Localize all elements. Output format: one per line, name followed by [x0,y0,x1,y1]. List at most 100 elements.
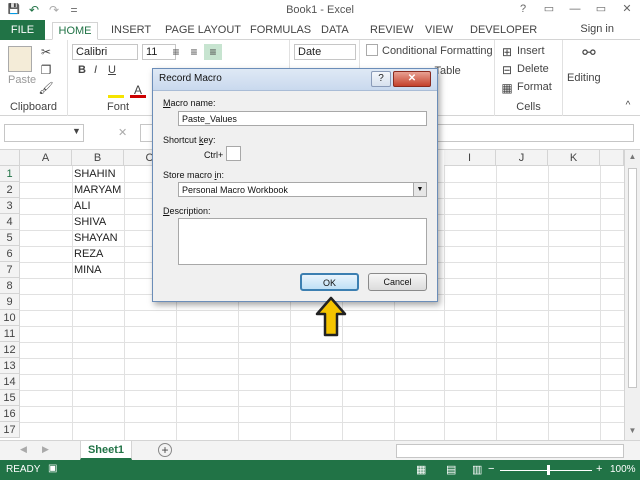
insert-cells-button[interactable]: Insert [517,45,545,57]
cell-b2[interactable]: MARYAM [74,182,121,198]
scroll-thumb[interactable] [628,168,637,388]
conditional-formatting-icon[interactable] [366,44,378,56]
select-all-corner[interactable] [0,150,20,166]
tab-insert[interactable]: INSERT [111,22,151,40]
row-header[interactable]: 15 [0,390,20,406]
cell-b6[interactable]: REZA [74,246,103,262]
paste-button[interactable]: Paste [8,74,36,86]
zoom-in-button[interactable]: + [596,463,602,475]
align-top-icon[interactable]: ≡ [168,44,184,60]
row-header[interactable]: 4 [0,214,20,230]
row-header[interactable]: 1 [0,166,20,182]
cell-b4[interactable]: SHIVA [74,214,106,230]
cell-b5[interactable]: SHAYAN [74,230,118,246]
font-name-select[interactable]: Calibri [72,44,138,60]
collapse-ribbon-icon[interactable]: ^ [620,98,636,114]
column-header[interactable]: I [444,150,496,166]
macro-record-icon[interactable]: ▣ [48,463,57,474]
row-header[interactable]: 16 [0,406,20,422]
row-header[interactable]: 6 [0,246,20,262]
description-textarea[interactable] [178,218,427,265]
underline-button[interactable]: U [108,64,116,76]
zoom-out-button[interactable]: − [488,463,494,475]
editing-button[interactable]: Editing [567,72,601,84]
dialog-close-button[interactable]: ✕ [393,71,431,87]
restore-button[interactable]: ▭ [588,0,614,20]
fill-color-icon[interactable] [108,82,124,98]
font-color-icon[interactable]: A [130,82,146,98]
number-format-select[interactable]: Date [294,44,356,60]
format-painter-icon[interactable]: 🖌 [38,80,54,96]
format-cells-icon[interactable]: ▦ [499,80,515,96]
copy-icon[interactable]: ❐ [38,62,54,78]
conditional-formatting-button[interactable]: Conditional Formatting [382,45,493,57]
column-header[interactable]: A [20,150,72,166]
row-header[interactable]: 12 [0,342,20,358]
binoculars-icon[interactable]: ⚯ [579,46,599,66]
minimize-button[interactable]: — [562,0,588,20]
column-header[interactable]: J [496,150,548,166]
page-break-view-icon[interactable]: ▥ [472,463,482,476]
row-header[interactable]: 10 [0,310,20,326]
store-macro-select[interactable]: Personal Macro Workbook ▼ [178,182,427,197]
vertical-scrollbar[interactable]: ▲ ▼ [624,150,640,440]
tab-review[interactable]: REVIEW [370,22,413,40]
format-cells-button[interactable]: Format [517,81,552,93]
insert-cells-icon[interactable]: ⊞ [499,44,515,60]
align-center-icon[interactable]: ≡ [186,44,202,60]
ribbon-display-button[interactable]: ▭ [536,0,562,20]
italic-button[interactable]: I [94,64,97,76]
cancel-formula-icon[interactable]: ✕ [118,126,127,139]
add-sheet-button[interactable]: + [158,443,172,457]
prev-sheet-icon[interactable]: ◀ [20,444,27,455]
sign-in-link[interactable]: Sign in [580,23,614,35]
zoom-level[interactable]: 100% [610,464,636,475]
scroll-down-icon[interactable]: ▼ [627,426,638,438]
delete-cells-button[interactable]: Delete [517,63,549,75]
row-header[interactable]: 5 [0,230,20,246]
tab-formulas[interactable]: FORMULAS [250,22,311,40]
row-header[interactable]: 11 [0,326,20,342]
chevron-down-icon[interactable]: ▼ [413,183,426,196]
column-header[interactable]: K [548,150,600,166]
tab-developer[interactable]: DEVELOPER [470,22,537,40]
row-header[interactable]: 17 [0,422,20,438]
align-middle-icon[interactable]: ≡ [204,44,222,60]
tab-view[interactable]: VIEW [425,22,453,40]
tab-file[interactable]: FILE [0,20,45,40]
row-header[interactable]: 14 [0,374,20,390]
row-header[interactable]: 8 [0,278,20,294]
ok-button[interactable]: OK [300,273,359,291]
close-button[interactable]: ✕ [614,0,640,20]
row-header[interactable]: 2 [0,182,20,198]
tab-page-layout[interactable]: PAGE LAYOUT [165,22,241,40]
cell-b7[interactable]: MINA [74,262,102,278]
cancel-button[interactable]: Cancel [368,273,427,291]
delete-cells-icon[interactable]: ⊟ [499,62,515,78]
row-header[interactable]: 7 [0,262,20,278]
tab-data[interactable]: DATA [321,22,349,40]
next-sheet-icon[interactable]: ▶ [42,444,49,455]
row-header[interactable]: 9 [0,294,20,310]
help-button[interactable]: ? [510,0,536,20]
name-box-dropdown-icon[interactable]: ▼ [72,126,81,136]
shortcut-key-input[interactable] [226,146,241,161]
row-header[interactable]: 3 [0,198,20,214]
bold-button[interactable]: B [78,64,86,76]
normal-view-icon[interactable]: ▦ [416,463,426,476]
macro-name-input[interactable]: Paste_Values [178,111,427,126]
sheet-tab-sheet1[interactable]: Sheet1 [80,441,132,460]
paste-icon[interactable] [8,46,32,72]
zoom-slider[interactable] [500,470,592,471]
cell-b1[interactable]: SHAHIN [74,166,116,182]
tab-home[interactable]: HOME [52,22,98,40]
dialog-help-button[interactable]: ? [371,71,391,87]
cell-b3[interactable]: ALI [74,198,91,214]
column-header[interactable]: B [72,150,124,166]
cut-icon[interactable]: ✂ [38,44,54,60]
zoom-slider-thumb[interactable] [547,465,550,475]
scroll-up-icon[interactable]: ▲ [627,152,638,164]
page-layout-view-icon[interactable]: ▤ [446,463,456,476]
row-header[interactable]: 13 [0,358,20,374]
horizontal-scrollbar[interactable] [396,444,624,458]
